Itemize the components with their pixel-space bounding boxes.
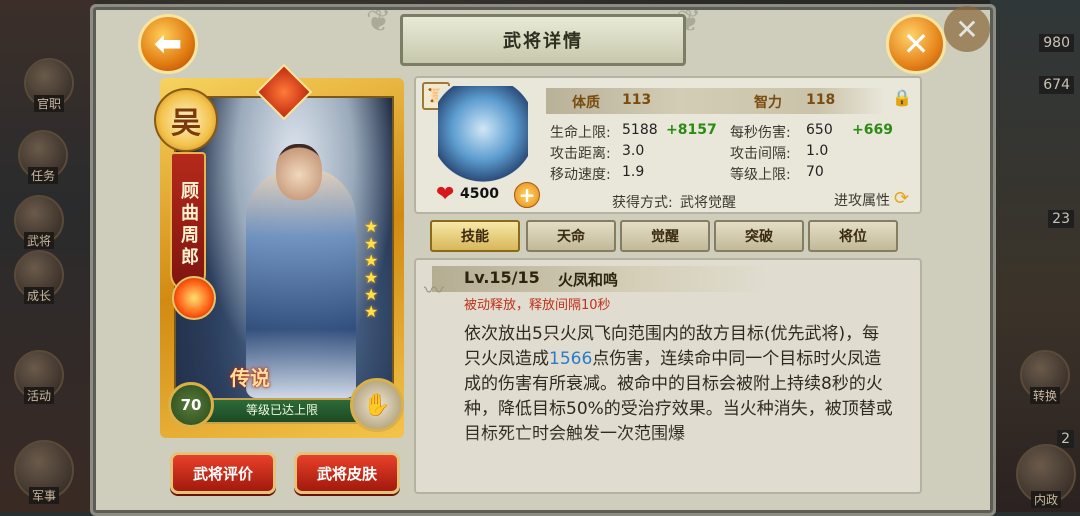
skill-description: 依次放出5只火凤飞向范围内的敌方目标(优先武将)，每只火凤造成1566点伤害，连… bbox=[464, 324, 893, 444]
sidebar-item-domestic[interactable]: 内政 bbox=[1016, 444, 1076, 508]
skill-trigger: 被动释放，释放间隔10秒 bbox=[464, 298, 611, 313]
rate-general-button[interactable]: 武将评价 bbox=[170, 452, 276, 494]
sidebar-item-generals[interactable]: 武将 bbox=[14, 195, 64, 249]
badge-count: 23 bbox=[1048, 210, 1074, 228]
hero-card[interactable]: 吴 顾曲周郎 ★ ★ ★ ★ ★ ★ 传说 等级已达上限 70 ✋ bbox=[154, 63, 404, 438]
tab-breakthrough[interactable]: 突破 bbox=[714, 220, 804, 252]
back-button[interactable]: ⬅ bbox=[138, 14, 198, 74]
interval-value: 1.0 bbox=[806, 143, 829, 159]
hero-name: 顾曲周郎 bbox=[170, 152, 206, 292]
tab-position[interactable]: 将位 bbox=[808, 220, 898, 252]
attack-attributes-link[interactable]: 进攻属性 bbox=[834, 190, 890, 210]
tab-awaken[interactable]: 觉醒 bbox=[620, 220, 710, 252]
sidebar-item-military[interactable]: 军事 bbox=[14, 440, 74, 504]
level-badge: 70 bbox=[168, 382, 214, 428]
hero-head bbox=[276, 144, 322, 200]
lock-icon[interactable]: 🔒 bbox=[892, 88, 912, 107]
background-close-icon: ✕ bbox=[944, 6, 990, 52]
skill-level: Lv.15/15 bbox=[464, 268, 540, 287]
resource-count: 674 bbox=[1039, 76, 1074, 94]
range-value: 3.0 bbox=[622, 143, 645, 159]
max-hp-label: 生命上限: bbox=[550, 125, 611, 141]
obtain-value: 武将觉醒 bbox=[680, 195, 736, 211]
close-button[interactable]: ✕ bbox=[886, 14, 946, 74]
close-icon: ✕ bbox=[902, 25, 930, 63]
interval-label: 攻击间隔: bbox=[730, 146, 791, 162]
max-level-label: 等级上限: bbox=[730, 167, 791, 183]
max-hp-value: 5188 bbox=[622, 122, 658, 138]
left-sidebar-background: 官职 任务 武将 成长 活动 军事 bbox=[0, 0, 95, 512]
arrow-left-icon: ⬅ bbox=[153, 24, 183, 64]
swap-icon[interactable]: ⟳ bbox=[894, 188, 909, 209]
page-title: 武将详情 bbox=[400, 14, 686, 66]
obtain-label: 获得方式: bbox=[612, 195, 673, 211]
fan-weapon-icon[interactable]: ✋ bbox=[350, 378, 404, 432]
constitution-label: 体质 bbox=[572, 95, 600, 111]
speed-value: 1.9 bbox=[622, 164, 645, 180]
max-level-value: 70 bbox=[806, 164, 824, 180]
sidebar-item-convert[interactable]: 转换 bbox=[1020, 350, 1070, 404]
badge-count: 2 bbox=[1057, 430, 1074, 448]
sidebar-item-official[interactable]: 官职 bbox=[24, 58, 74, 112]
skill-panel[interactable]: 〰 Lv.15/15 火凤和鸣 被动释放，释放间隔10秒 依次放出5只火凤飞向范… bbox=[414, 258, 922, 494]
constitution-value: 113 bbox=[622, 92, 652, 108]
damage-value: 1566 bbox=[549, 349, 593, 369]
hero-avatar bbox=[438, 86, 528, 182]
sidebar-item-growth[interactable]: 成长 bbox=[14, 250, 64, 304]
add-hp-button[interactable]: + bbox=[514, 182, 540, 208]
tab-skills[interactable]: 技能 bbox=[430, 220, 520, 252]
sidebar-item-events[interactable]: 活动 bbox=[14, 350, 64, 404]
heart-icon: ❤ bbox=[436, 182, 455, 207]
resource-count: 980 bbox=[1039, 34, 1074, 52]
fire-element-icon bbox=[172, 276, 216, 320]
cloud-ornament-icon: 〰 bbox=[424, 278, 444, 302]
scroll-fade bbox=[416, 432, 920, 492]
sidebar-item-tasks[interactable]: 任务 bbox=[18, 130, 68, 184]
rarity-label: 传说 bbox=[230, 366, 270, 390]
dps-bonus: +669 bbox=[852, 122, 893, 138]
hp-row: ❤ 4500 + bbox=[436, 182, 546, 208]
faction-badge: 吴 bbox=[154, 88, 218, 152]
general-skin-button[interactable]: 武将皮肤 bbox=[294, 452, 400, 494]
right-sidebar-background: 980 674 23 2 转换 内政 bbox=[990, 0, 1080, 512]
star-rating: ★ ★ ★ ★ ★ ★ bbox=[364, 217, 379, 321]
dps-label: 每秒伤害: bbox=[730, 125, 791, 141]
intellect-value: 118 bbox=[806, 92, 836, 108]
max-hp-bonus: +8157 bbox=[666, 122, 717, 138]
skill-name: 火凤和鸣 bbox=[558, 271, 619, 289]
intellect-label: 智力 bbox=[754, 95, 782, 111]
hp-value: 4500 bbox=[460, 186, 499, 202]
speed-label: 移动速度: bbox=[550, 167, 611, 183]
range-label: 攻击距离: bbox=[550, 146, 611, 162]
tab-destiny[interactable]: 天命 bbox=[526, 220, 616, 252]
dps-value: 650 bbox=[806, 122, 833, 138]
stats-box: 📜 🔒 体质 113 智力 118 生命上限: 5188 +8157 每秒伤害:… bbox=[414, 76, 922, 214]
